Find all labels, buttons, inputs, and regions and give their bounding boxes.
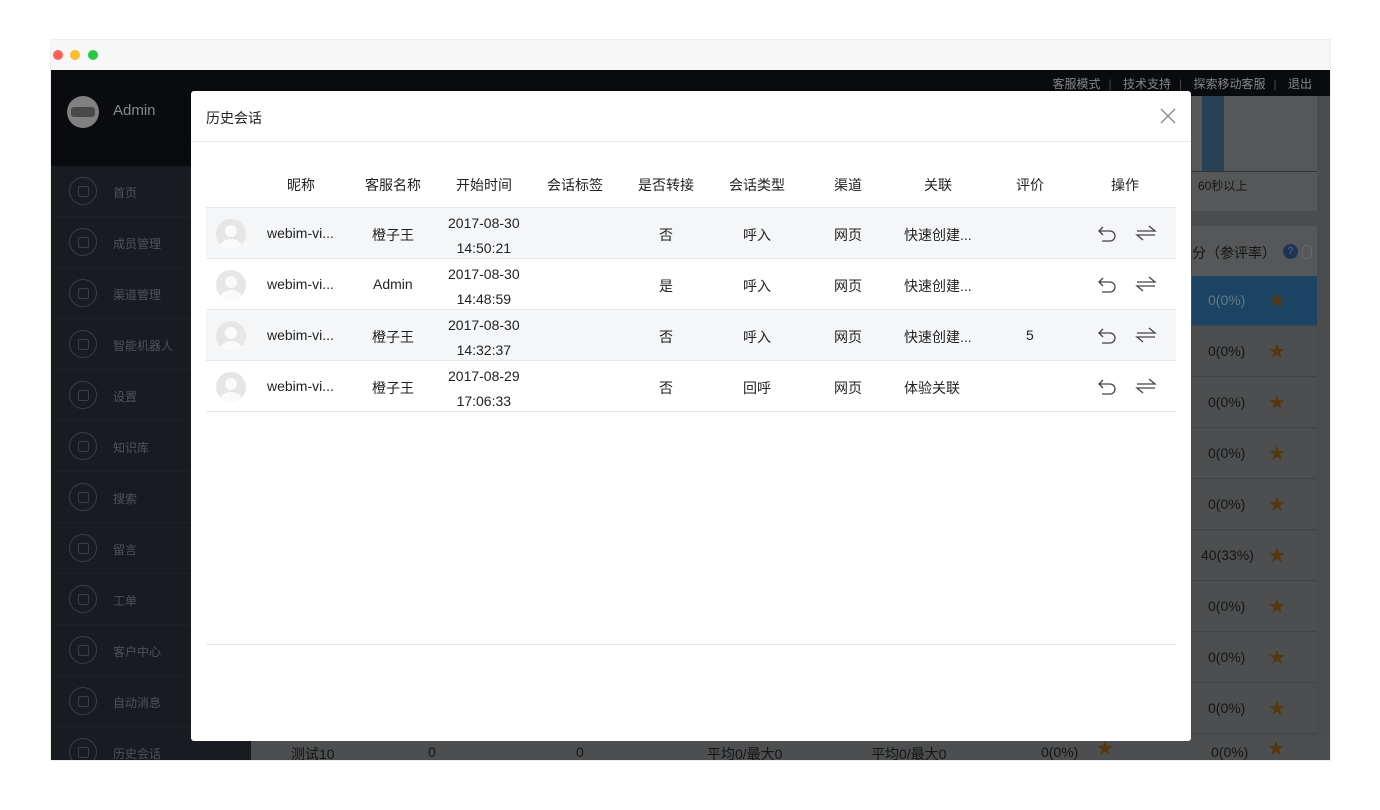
zoom-window-button[interactable]: [88, 50, 98, 60]
cell-transfer: 否: [659, 227, 673, 243]
cell-link[interactable]: 快速创建...: [904, 327, 972, 347]
cell-agent: 橙子王: [372, 380, 414, 396]
cell-transfer: 否: [659, 380, 673, 396]
close-icon[interactable]: [1159, 107, 1177, 125]
cell-nickname: webim-vi...: [267, 276, 334, 292]
admin-app: 客服模式 | 技术支持 | 探索移动客服 | 退出 Admin 首页 成员管理 渠道管…: [51, 70, 1330, 760]
column-transfer: 是否转接: [638, 177, 694, 193]
table-row[interactable]: webim-vi... 橙子王 2017-08-30 14:50:21 否 呼入 …: [206, 208, 1176, 259]
cell-type: 呼入: [743, 278, 771, 294]
cell-start-time: 2017-08-30 14:32:37: [448, 317, 520, 358]
cell-channel: 网页: [834, 380, 862, 396]
cell-transfer: 是: [659, 278, 673, 294]
cell-nickname: webim-vi...: [267, 327, 334, 343]
modal-title: 历史会话: [206, 110, 262, 126]
reply-icon[interactable]: [1096, 324, 1118, 346]
cell-nickname: webim-vi...: [267, 378, 334, 394]
cell-link[interactable]: 快速创建...: [904, 276, 972, 296]
transfer-icon[interactable]: [1135, 375, 1157, 397]
cell-channel: 网页: [834, 227, 862, 243]
table-bottom-divider: [206, 644, 1176, 645]
user-avatar-icon: [216, 219, 246, 249]
cell-link[interactable]: 体验关联: [904, 378, 960, 398]
column-tags: 会话标签: [547, 177, 603, 193]
column-channel: 渠道: [834, 177, 862, 193]
column-link: 关联: [924, 177, 952, 193]
cell-transfer: 否: [659, 329, 673, 345]
app-window: 客服模式 | 技术支持 | 探索移动客服 | 退出 Admin 首页 成员管理 渠道管…: [51, 40, 1330, 760]
cell-start-time: 2017-08-30 14:50:21: [448, 215, 520, 256]
user-avatar-icon: [216, 372, 246, 402]
cell-start-time: 2017-08-29 17:06:33: [448, 368, 520, 409]
cell-agent: 橙子王: [372, 329, 414, 345]
column-actions: 操作: [1111, 177, 1139, 193]
cell-agent: 橙子王: [372, 227, 414, 243]
cell-nickname: webim-vi...: [267, 225, 334, 241]
table-row[interactable]: webim-vi... 橙子王 2017-08-30 14:32:37 否 呼入 …: [206, 310, 1176, 361]
column-agent: 客服名称: [365, 177, 421, 193]
transfer-icon[interactable]: [1135, 324, 1157, 346]
user-avatar-icon: [216, 270, 246, 300]
cell-rating: 5: [1026, 327, 1034, 343]
column-rating: 评价: [1016, 177, 1044, 193]
reply-icon[interactable]: [1096, 375, 1118, 397]
reply-icon[interactable]: [1096, 273, 1118, 295]
close-window-button[interactable]: [53, 50, 63, 60]
reply-icon[interactable]: [1096, 222, 1118, 244]
cell-link[interactable]: 快速创建...: [904, 225, 972, 245]
column-nickname: 昵称: [287, 177, 315, 193]
column-start-time: 开始时间: [456, 177, 512, 193]
minimize-window-button[interactable]: [70, 50, 80, 60]
user-avatar-icon: [216, 321, 246, 351]
transfer-icon[interactable]: [1135, 273, 1157, 295]
cell-type: 呼入: [743, 329, 771, 345]
cell-agent: Admin: [373, 276, 413, 292]
table-row[interactable]: webim-vi... Admin 2017-08-30 14:48:59 是 呼…: [206, 259, 1176, 310]
cell-type: 呼入: [743, 227, 771, 243]
window-titlebar: [51, 40, 1330, 70]
transfer-icon[interactable]: [1135, 222, 1157, 244]
cell-channel: 网页: [834, 329, 862, 345]
column-type: 会话类型: [729, 177, 785, 193]
modal-header: 历史会话: [191, 91, 1191, 142]
table-row[interactable]: webim-vi... 橙子王 2017-08-29 17:06:33 否 回呼 …: [206, 361, 1176, 412]
cell-start-time: 2017-08-30 14:48:59: [448, 266, 520, 307]
history-dialog: 历史会话 昵称 客服名称 开始时间 会话标签 是否转接 会话类型 渠道 关联 评…: [191, 91, 1191, 741]
table-header: 昵称 客服名称 开始时间 会话标签 是否转接 会话类型 渠道 关联 评价 操作: [206, 161, 1176, 208]
history-table: 昵称 客服名称 开始时间 会话标签 是否转接 会话类型 渠道 关联 评价 操作 …: [206, 161, 1176, 412]
cell-channel: 网页: [834, 278, 862, 294]
cell-type: 回呼: [743, 380, 771, 396]
